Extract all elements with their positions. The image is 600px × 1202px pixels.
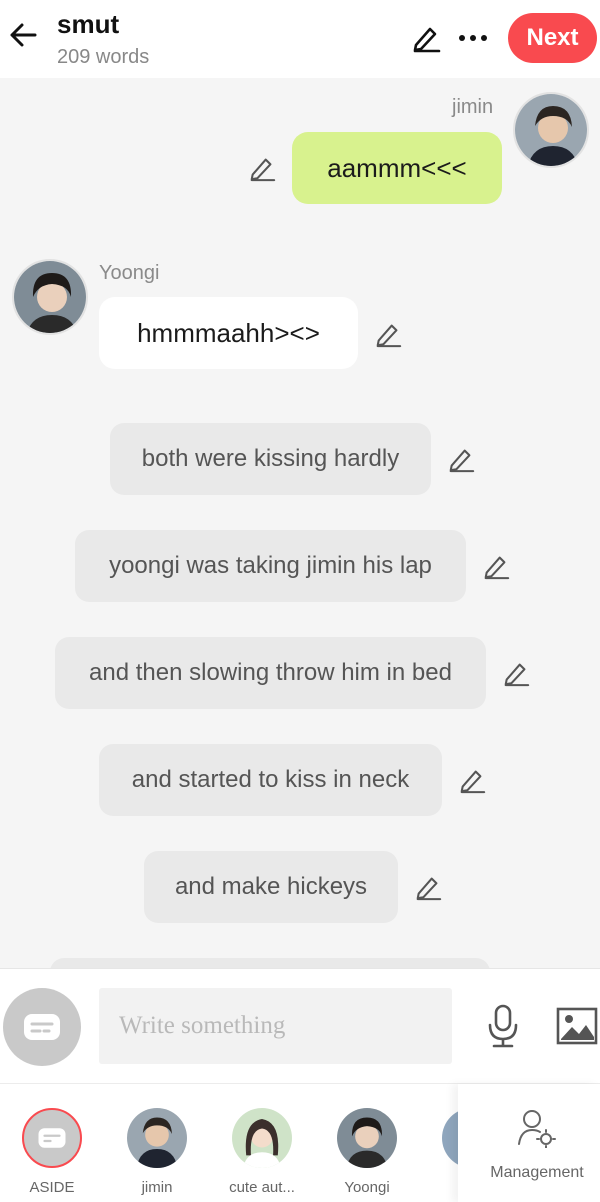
edit-message-button[interactable] xyxy=(247,153,277,183)
message-bubble[interactable]: hmmmaahh><> xyxy=(99,297,358,369)
microphone-icon xyxy=(488,1004,518,1048)
aside-narration-partial[interactable] xyxy=(50,958,490,968)
message-bubble[interactable]: aammm<<< xyxy=(292,132,502,204)
character-yoongi[interactable]: Yoongi xyxy=(312,1084,422,1202)
character-label: Yoongi xyxy=(344,1179,390,1196)
avatar-jimin[interactable] xyxy=(513,92,589,168)
top-bar: smut 209 words Next xyxy=(0,0,600,78)
avatar-cute-author xyxy=(232,1108,292,1168)
message-input[interactable] xyxy=(99,988,452,1064)
aside-narration[interactable]: and then slowing throw him in bed xyxy=(55,637,486,709)
user-gear-icon xyxy=(518,1110,556,1148)
more-options-button[interactable] xyxy=(456,22,490,54)
aside-narration[interactable]: both were kissing hardly xyxy=(110,423,431,495)
edit-message-button[interactable] xyxy=(446,444,476,474)
management-button[interactable]: Management xyxy=(458,1084,600,1202)
edit-title-button[interactable] xyxy=(410,22,442,54)
character-label: ASIDE xyxy=(29,1179,75,1196)
more-dots-icon xyxy=(459,35,487,41)
chat-bubble-icon xyxy=(24,1014,60,1040)
management-label: Management xyxy=(490,1164,584,1181)
pencil-icon xyxy=(416,877,442,901)
voice-input-button[interactable] xyxy=(482,1001,524,1051)
next-button[interactable]: Next xyxy=(508,13,597,63)
avatar-jimin xyxy=(127,1108,187,1168)
edit-message-button[interactable] xyxy=(373,319,403,349)
character-jimin[interactable]: jimin xyxy=(102,1084,212,1202)
edit-message-button[interactable] xyxy=(457,765,487,795)
arrow-left-icon xyxy=(10,23,37,47)
speaker-name: Yoongi xyxy=(99,262,160,284)
pencil-icon xyxy=(250,158,276,182)
edit-message-button[interactable] xyxy=(481,551,511,581)
aside-narration[interactable]: and make hickeys xyxy=(144,851,398,923)
pencil-icon xyxy=(484,556,510,580)
chat-bubble-icon xyxy=(38,1128,66,1148)
character-aside[interactable]: ASIDE xyxy=(0,1084,107,1202)
avatar-yoongi xyxy=(337,1108,397,1168)
pencil-icon xyxy=(460,770,486,794)
character-cute-author[interactable]: cute aut... xyxy=(207,1084,317,1202)
edit-message-button[interactable] xyxy=(413,872,443,902)
word-count: 209 words xyxy=(57,46,150,68)
pencil-icon xyxy=(413,27,441,53)
insert-image-button[interactable] xyxy=(555,1005,599,1047)
avatar-yoongi[interactable] xyxy=(12,259,88,335)
aside-narration[interactable]: and started to kiss in neck xyxy=(99,744,442,816)
character-label: cute aut... xyxy=(229,1179,295,1196)
edit-message-button[interactable] xyxy=(501,658,531,688)
message-composer xyxy=(0,968,600,1083)
character-label: jimin xyxy=(141,1179,173,1196)
back-button[interactable] xyxy=(6,18,40,52)
aside-avatar xyxy=(22,1108,82,1168)
story-title: smut xyxy=(57,9,120,39)
aside-mode-button[interactable] xyxy=(3,988,81,1066)
pencil-icon xyxy=(504,663,530,687)
pencil-icon xyxy=(449,449,475,473)
image-icon xyxy=(556,1007,598,1045)
pencil-icon xyxy=(376,324,402,348)
aside-narration[interactable]: yoongi was taking jimin his lap xyxy=(75,530,466,602)
speaker-name: jimin xyxy=(452,96,494,118)
character-bar: ASIDE jimin cute aut... Yoongi Managemen… xyxy=(0,1083,600,1202)
chat-area[interactable]: jimin aammm<<< Yoongi hmmmaahh><> both w… xyxy=(0,78,600,968)
